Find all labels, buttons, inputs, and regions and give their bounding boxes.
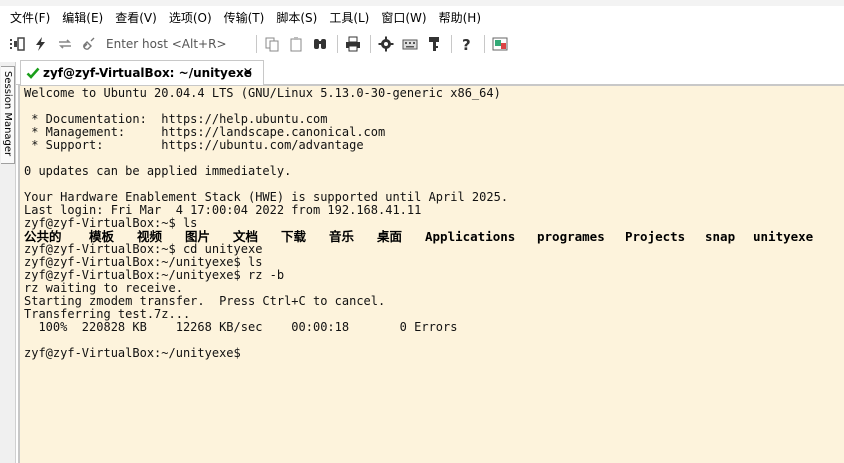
host-input[interactable] bbox=[102, 34, 252, 54]
menu-options[interactable]: 选项(O) bbox=[163, 7, 218, 29]
terminal-output[interactable]: Welcome to Ubuntu 20.04.4 LTS (GNU/Linux… bbox=[18, 85, 844, 463]
menu-edit[interactable]: 编辑(E) bbox=[56, 7, 109, 29]
session-tab[interactable]: zyf@zyf-VirtualBox: ~/unityexe × bbox=[20, 60, 264, 85]
copy-icon[interactable] bbox=[261, 33, 283, 55]
toolbar-separator bbox=[370, 35, 371, 53]
menu-bar: 文件(F) 编辑(E) 查看(V) 选项(O) 传输(T) 脚本(S) 工具(L… bbox=[0, 6, 844, 30]
find-icon[interactable] bbox=[309, 33, 331, 55]
terminal-line: 0 updates can be applied immediately. bbox=[24, 164, 292, 178]
svg-text:?: ? bbox=[462, 36, 471, 52]
tab-title: zyf@zyf-VirtualBox: ~/unityexe bbox=[43, 66, 252, 80]
dir-entry: 音乐 bbox=[329, 229, 355, 244]
menu-tools[interactable]: 工具(L) bbox=[323, 7, 375, 29]
tab-close-button[interactable]: × bbox=[241, 65, 255, 81]
dir-entry: 下载 bbox=[281, 229, 307, 244]
dir-entry: Applications bbox=[425, 229, 516, 244]
dir-entry: 桌面 bbox=[377, 229, 403, 244]
print-icon[interactable] bbox=[342, 33, 364, 55]
dir-entry: Projects bbox=[625, 229, 686, 244]
sftp-icon[interactable] bbox=[489, 33, 511, 55]
disconnect-icon[interactable] bbox=[78, 33, 100, 55]
toolbar-separator bbox=[451, 35, 452, 53]
reconnect-icon[interactable] bbox=[54, 33, 76, 55]
keymap-icon[interactable] bbox=[399, 33, 421, 55]
session-manager-label: Session Manager bbox=[2, 71, 13, 157]
help-icon[interactable]: ? bbox=[456, 33, 478, 55]
menu-transfer[interactable]: 传输(T) bbox=[218, 7, 271, 29]
terminal-line: Welcome to Ubuntu 20.04.4 LTS (GNU/Linux… bbox=[24, 86, 501, 100]
menu-window[interactable]: 窗口(W) bbox=[375, 7, 432, 29]
paste-icon[interactable] bbox=[285, 33, 307, 55]
menu-help[interactable]: 帮助(H) bbox=[433, 7, 487, 29]
transfer-progress-line: 100% 220828 KB 12268 KB/sec 00:00:18 0 E… bbox=[24, 320, 458, 334]
tab-bar: zyf@zyf-VirtualBox: ~/unityexe × bbox=[16, 58, 844, 85]
toolbar: ? bbox=[0, 30, 844, 58]
toolbar-separator bbox=[484, 35, 485, 53]
session-manager-strip: Session Manager bbox=[0, 62, 16, 463]
connected-check-icon bbox=[26, 67, 40, 79]
session-manager-tab[interactable]: Session Manager bbox=[1, 66, 15, 164]
key-icon[interactable] bbox=[423, 33, 445, 55]
terminal-line: * Support: https://ubuntu.com/advantage bbox=[24, 138, 364, 152]
quick-connect-icon[interactable] bbox=[30, 33, 52, 55]
terminal-prompt: zyf@zyf-VirtualBox:~/unityexe$ bbox=[24, 346, 241, 360]
dir-entry: snap bbox=[705, 229, 736, 244]
connect-in-tab-icon[interactable] bbox=[6, 33, 28, 55]
dir-entry: unityexe bbox=[753, 229, 814, 244]
settings-icon[interactable] bbox=[375, 33, 397, 55]
dir-entry: programes bbox=[537, 229, 605, 244]
menu-file[interactable]: 文件(F) bbox=[4, 7, 56, 29]
toolbar-separator bbox=[337, 35, 338, 53]
menu-script[interactable]: 脚本(S) bbox=[270, 7, 323, 29]
menu-view[interactable]: 查看(V) bbox=[109, 7, 163, 29]
toolbar-separator bbox=[256, 35, 257, 53]
